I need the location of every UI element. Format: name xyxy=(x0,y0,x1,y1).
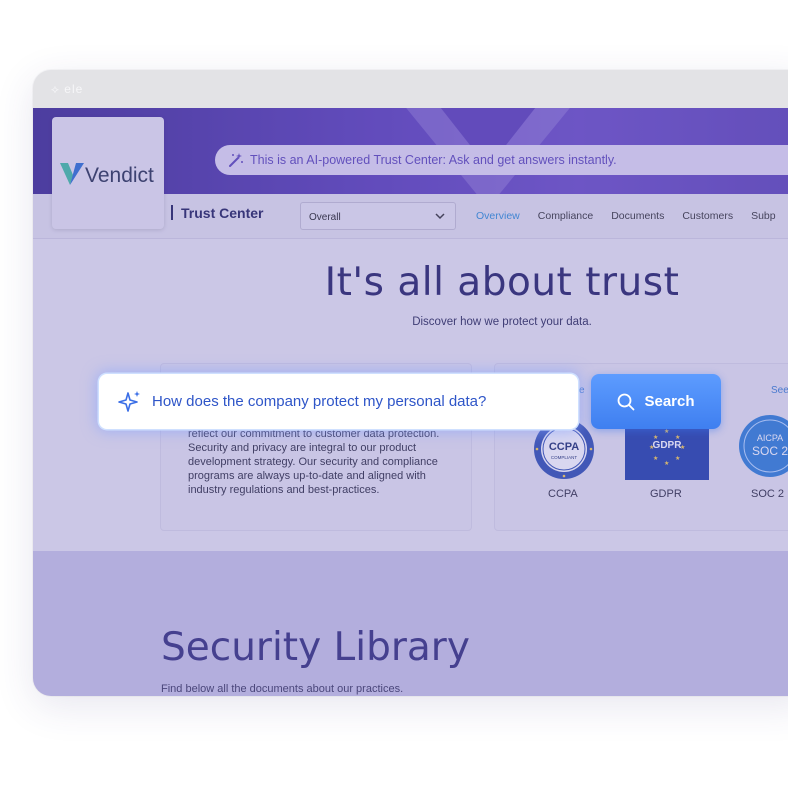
security-library-subtitle: Find below all the documents about our p… xyxy=(161,683,404,695)
svg-text:★: ★ xyxy=(649,444,654,451)
svg-text:★: ★ xyxy=(675,434,680,441)
gdpr-label: GDPR xyxy=(650,488,682,500)
divider xyxy=(171,205,173,220)
gdpr-badge-text: GDPR xyxy=(653,440,683,451)
brand-name: Vendict xyxy=(85,164,154,187)
hero-subtitle: Discover how we protect your data. xyxy=(412,316,592,328)
filter-value: Overall xyxy=(309,212,341,223)
ccpa-badge-text: CCPA xyxy=(549,441,579,453)
search-button[interactable]: Search xyxy=(591,374,721,429)
window-titlebar: ⟡ ele xyxy=(33,70,788,108)
soc2-badge-icon[interactable]: AICPA SOC 2 xyxy=(738,414,788,478)
hero-title: It's all about trust xyxy=(324,260,680,305)
sparkle-icon xyxy=(118,390,140,412)
svg-text:★: ★ xyxy=(664,428,669,435)
chevron-down-icon xyxy=(435,213,445,220)
vendict-logo-icon xyxy=(60,163,84,185)
svg-text:★: ★ xyxy=(664,460,669,467)
svg-text:★: ★ xyxy=(675,455,680,462)
svg-text:★: ★ xyxy=(653,455,658,462)
trust-center-text: Trust Center xyxy=(181,205,264,221)
soc2-label: SOC 2 xyxy=(751,488,785,500)
company-logo[interactable]: Vendict xyxy=(52,117,164,229)
ccpa-label: CCPA xyxy=(548,488,578,500)
svg-text:★: ★ xyxy=(680,444,685,451)
search-button-label: Search xyxy=(644,393,695,410)
intro-text: reflect our commitment to customer data … xyxy=(188,428,440,496)
ai-search-input[interactable]: How does the company protect my personal… xyxy=(99,374,578,429)
ai-notice-pill[interactable]: This is an AI-powered Trust Center: Ask … xyxy=(215,145,788,175)
security-library-section xyxy=(33,551,788,696)
nav-compliance[interactable]: Compliance xyxy=(538,210,593,222)
search-icon xyxy=(618,393,635,410)
ccpa-badge-sub: COMPLIANT xyxy=(551,455,578,460)
nav-overview[interactable]: Overview xyxy=(476,210,520,222)
nav-documents[interactable]: Documents xyxy=(611,210,664,222)
partial-link[interactable]: e xyxy=(579,385,585,396)
magic-wand-icon xyxy=(229,153,243,167)
titlebar-text: ⟡ ele xyxy=(51,82,84,96)
nav-subprocessors[interactable]: Subp xyxy=(751,210,776,222)
soc2-badge-text: SOC 2 xyxy=(752,444,788,458)
main-nav: Overview Compliance Documents Customers Subp xyxy=(476,210,788,222)
security-library-title: Security Library xyxy=(161,625,470,670)
search-query-text: How does the company protect my personal… xyxy=(152,393,487,410)
svg-text:★: ★ xyxy=(653,434,658,441)
trust-center-label: Trust Center xyxy=(171,205,263,221)
gdpr-badge-icon[interactable]: GDPR ★★ ★ ★ ★ ★ ★ ★ xyxy=(625,420,709,480)
see-all-link[interactable]: See xyxy=(771,385,788,396)
nav-customers[interactable]: Customers xyxy=(682,210,733,222)
ai-notice-text: This is an AI-powered Trust Center: Ask … xyxy=(250,153,617,167)
soc2-badge-top: AICPA xyxy=(757,433,783,443)
overview-filter-select[interactable]: Overall xyxy=(300,202,456,230)
